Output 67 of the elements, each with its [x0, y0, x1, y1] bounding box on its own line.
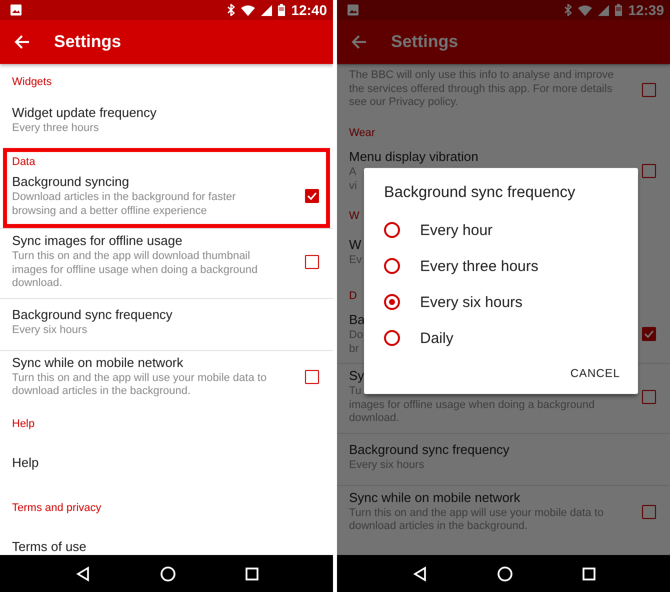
- radio-button[interactable]: [384, 258, 400, 274]
- setting-description: Download articles in the background for faster browsing and a better offline experience: [12, 191, 236, 218]
- checkbox[interactable]: [305, 189, 319, 203]
- setting-title[interactable]: Sy: [349, 368, 364, 383]
- checkbox[interactable]: [642, 504, 656, 518]
- cancel-button[interactable]: CANCEL: [566, 362, 624, 386]
- checkbox[interactable]: [642, 327, 656, 341]
- setting-title[interactable]: Terms of use: [12, 538, 86, 554]
- signal-icon: [261, 4, 272, 16]
- screen-title: Settings: [54, 32, 122, 52]
- section-header: W: [348, 209, 360, 224]
- setting-title[interactable]: Background syncing: [12, 174, 130, 189]
- status-time: 12:39: [628, 2, 664, 18]
- section-header: D: [348, 289, 358, 304]
- option-label[interactable]: Every six hours: [420, 294, 523, 310]
- setting-title[interactable]: Menu display vibration: [349, 149, 478, 164]
- setting-description: Every three hours: [12, 122, 99, 136]
- radio-button[interactable]: [384, 294, 400, 310]
- setting-description: Every six hours: [12, 324, 88, 338]
- battery-icon: [615, 4, 622, 16]
- option-label[interactable]: Daily: [420, 330, 454, 346]
- checkbox[interactable]: [642, 390, 656, 404]
- setting-description: Turn this on and the app will use your mobile data to download articles in the background.: [12, 372, 267, 398]
- back-arrow-icon[interactable]: [351, 35, 367, 49]
- radio-button[interactable]: [384, 330, 400, 346]
- back-arrow-icon[interactable]: [14, 35, 30, 49]
- setting-title[interactable]: Sync images for offline usage: [12, 233, 182, 248]
- setting-description: Turn this on and the app will download thumbnail images for offline usage when doing a background download.: [12, 250, 258, 290]
- checkbox[interactable]: [305, 254, 319, 269]
- bluetooth-icon: [227, 4, 236, 16]
- section-header: Terms and privacy: [11, 500, 102, 516]
- option-label[interactable]: Every three hours: [420, 258, 538, 274]
- status-time: 12:40: [291, 2, 327, 18]
- section-header: Wear: [348, 126, 376, 141]
- wifi-icon: [578, 4, 592, 16]
- check-icon: [307, 192, 317, 200]
- wifi-icon: [241, 4, 256, 16]
- bluetooth-icon: [564, 4, 572, 16]
- back-icon[interactable]: [74, 566, 90, 582]
- checkbox[interactable]: [642, 164, 656, 178]
- recents-icon[interactable]: [582, 566, 596, 580]
- radio-button[interactable]: [384, 222, 400, 238]
- section-header: Widgets: [11, 75, 53, 90]
- section-header: Data: [12, 155, 36, 170]
- option-label[interactable]: Every hour: [420, 222, 493, 238]
- setting-title[interactable]: W: [349, 237, 362, 252]
- dialog-title: Background sync frequency: [383, 184, 576, 203]
- image-icon: [10, 4, 22, 16]
- battery-icon: [278, 4, 286, 16]
- signal-icon: [598, 4, 610, 16]
- section-header: Help: [11, 416, 36, 432]
- home-icon[interactable]: [496, 566, 512, 582]
- check-icon: [644, 330, 654, 338]
- setting-title[interactable]: Help: [12, 454, 39, 470]
- recents-icon[interactable]: [244, 566, 258, 580]
- setting-title[interactable]: Ba: [349, 312, 365, 327]
- setting-title[interactable]: Background sync frequency: [12, 307, 172, 322]
- checkbox[interactable]: [305, 370, 319, 384]
- setting-title[interactable]: Background sync frequency: [349, 442, 510, 458]
- checkbox[interactable]: [642, 82, 656, 96]
- setting-title[interactable]: Sync while on mobile network: [349, 490, 520, 504]
- screen-title: Settings: [391, 32, 458, 52]
- back-icon[interactable]: [412, 566, 428, 582]
- home-icon[interactable]: [160, 566, 176, 582]
- image-icon: [347, 4, 359, 16]
- setting-title[interactable]: Sync while on mobile network: [12, 354, 184, 370]
- setting-title[interactable]: Widget update frequency: [12, 105, 157, 120]
